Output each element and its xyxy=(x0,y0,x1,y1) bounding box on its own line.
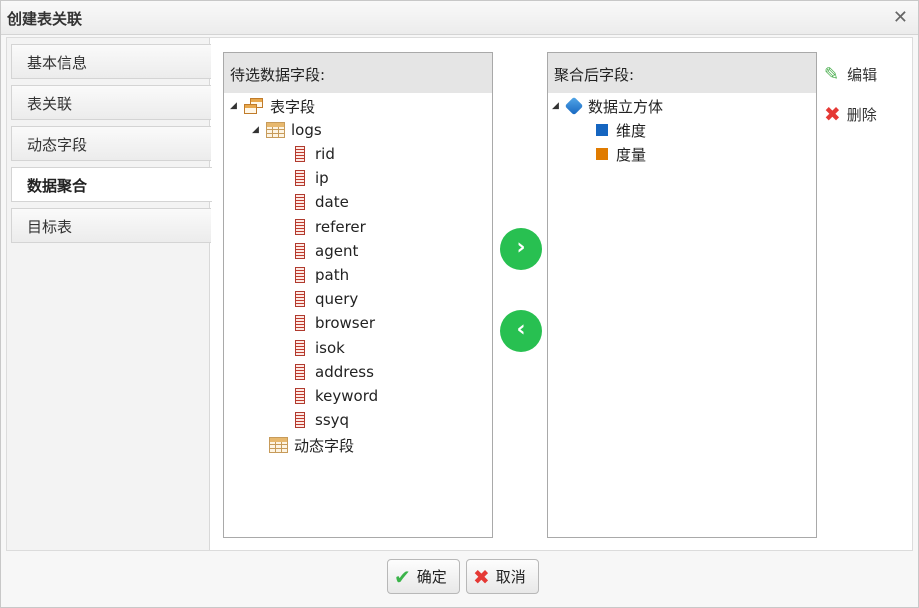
tree-node-label: isok xyxy=(315,338,345,357)
tree-node-label: ssyq xyxy=(315,411,350,430)
tree-node-label: query xyxy=(315,290,359,309)
tree-node-field[interactable]: browser xyxy=(295,311,375,335)
step-basic-info[interactable]: 基本信息 xyxy=(11,44,211,79)
tree-node-label: 维度 xyxy=(616,121,647,140)
dialog: 创建表关联 ✕ 基本信息 表关联 动态字段 数据聚合 目标表 待选数据字段: ◢… xyxy=(0,0,919,608)
candidate-fields-panel: 待选数据字段: ◢ 表字段 ◢ logs rid ip date referer agent pa… xyxy=(223,52,493,538)
close-icon[interactable]: ✕ xyxy=(893,7,908,28)
tree-node-label: browser xyxy=(315,314,376,333)
field-icon xyxy=(295,218,305,235)
step-dynamic-fields[interactable]: 动态字段 xyxy=(11,126,211,161)
tree-node-label: 动态字段 xyxy=(294,436,355,455)
ok-label: 确定 xyxy=(416,568,447,586)
tree-node-field[interactable]: date xyxy=(295,190,349,214)
wizard-steps: 基本信息 表关联 动态字段 数据聚合 目标表 xyxy=(7,38,212,550)
tree-node-field[interactable]: keyword xyxy=(295,384,378,408)
dialog-title: 创建表关联 xyxy=(7,10,83,28)
tree-node-field[interactable]: rid xyxy=(295,142,335,166)
tree-node-label: referer xyxy=(315,217,366,236)
dialog-titlebar: 创建表关联 ✕ xyxy=(1,1,918,35)
delete-icon: ✖ xyxy=(824,102,841,126)
tree-node-table-logs[interactable]: ◢ logs xyxy=(252,118,322,142)
step-target-table[interactable]: 目标表 xyxy=(11,208,211,243)
edit-button[interactable]: ✎ 编辑 xyxy=(824,62,877,86)
tree-node-field[interactable]: ip xyxy=(295,166,329,190)
expand-toggle-icon[interactable]: ◢ xyxy=(552,101,566,111)
tree-node-label: date xyxy=(315,193,349,212)
tree-node-field[interactable]: referer xyxy=(295,215,366,239)
aggregated-fields-header: 聚合后字段: xyxy=(548,53,816,93)
tree-node-label: logs xyxy=(291,121,322,139)
tree-node-label: ip xyxy=(315,169,329,188)
field-icon xyxy=(295,315,305,332)
square-icon xyxy=(596,124,608,136)
tree-node-field[interactable]: agent xyxy=(295,239,358,263)
tree-node-label: 表字段 xyxy=(270,97,316,116)
tree-node-label: address xyxy=(315,362,374,381)
square-icon xyxy=(596,148,608,160)
check-icon: ✔ xyxy=(394,564,411,589)
table-icon xyxy=(266,122,285,138)
tree-node-field[interactable]: address xyxy=(295,360,374,384)
move-left-button[interactable]: ‹ xyxy=(500,310,542,352)
tree-node-label: 数据立方体 xyxy=(588,97,664,116)
cancel-icon: ✖ xyxy=(473,564,490,589)
expand-toggle-icon[interactable]: ◢ xyxy=(230,101,244,111)
aggregated-fields-panel: 聚合后字段: ◢ 数据立方体维度度量 xyxy=(547,52,817,538)
dialog-body: 基本信息 表关联 动态字段 数据聚合 目标表 待选数据字段: ◢ 表字段 ◢ logs… xyxy=(6,37,913,551)
field-icon xyxy=(295,267,305,283)
delete-label: 删除 xyxy=(846,105,877,124)
tree-node-dimension[interactable]: 维度 xyxy=(596,118,646,142)
delete-button[interactable]: ✖ 删除 xyxy=(824,102,877,126)
tree-node-field[interactable]: path xyxy=(295,263,349,287)
step-table-relation[interactable]: 表关联 xyxy=(11,85,211,120)
tree-node-label: rid xyxy=(315,145,335,163)
step-data-aggregation[interactable]: 数据聚合 xyxy=(11,167,212,202)
tree-node-field[interactable]: isok xyxy=(295,336,345,360)
tree-node-field[interactable]: ssyq xyxy=(295,408,349,432)
ok-button[interactable]: ✔ 确定 xyxy=(387,559,460,594)
field-icon xyxy=(295,412,305,429)
move-right-button[interactable]: › xyxy=(500,228,542,270)
tree-node-table-fields[interactable]: ◢ 表字段 xyxy=(230,94,315,118)
tree-node-field[interactable]: query xyxy=(295,287,358,311)
dialog-footer: ✔ 确定 ✖ 取消 xyxy=(1,552,918,607)
field-icon xyxy=(295,388,305,404)
field-icon xyxy=(295,363,305,380)
table-icon xyxy=(269,437,288,453)
field-icon xyxy=(295,170,305,187)
cube-icon xyxy=(564,96,584,116)
tree-node-label: keyword xyxy=(315,387,379,405)
candidate-fields-header: 待选数据字段: xyxy=(224,53,492,93)
tree-node-label: agent xyxy=(315,241,359,260)
edit-label: 编辑 xyxy=(847,65,878,84)
field-icon xyxy=(295,291,305,308)
tree-node-label: 度量 xyxy=(616,145,647,164)
field-icon xyxy=(295,194,305,211)
tree-node-data-cube[interactable]: ◢ 数据立方体 xyxy=(552,94,663,118)
tree-node-dynamic-fields[interactable]: 动态字段 xyxy=(269,433,354,457)
pencil-icon: ✎ xyxy=(824,63,840,85)
field-icon xyxy=(295,339,305,356)
tree-node-label: path xyxy=(315,266,350,284)
field-icon xyxy=(295,242,305,259)
cancel-label: 取消 xyxy=(495,568,526,586)
expand-toggle-icon[interactable]: ◢ xyxy=(252,125,266,135)
tables-icon xyxy=(244,97,264,115)
cancel-button[interactable]: ✖ 取消 xyxy=(466,559,539,594)
field-icon xyxy=(295,146,305,162)
tree-node-measure[interactable]: 度量 xyxy=(596,142,646,166)
